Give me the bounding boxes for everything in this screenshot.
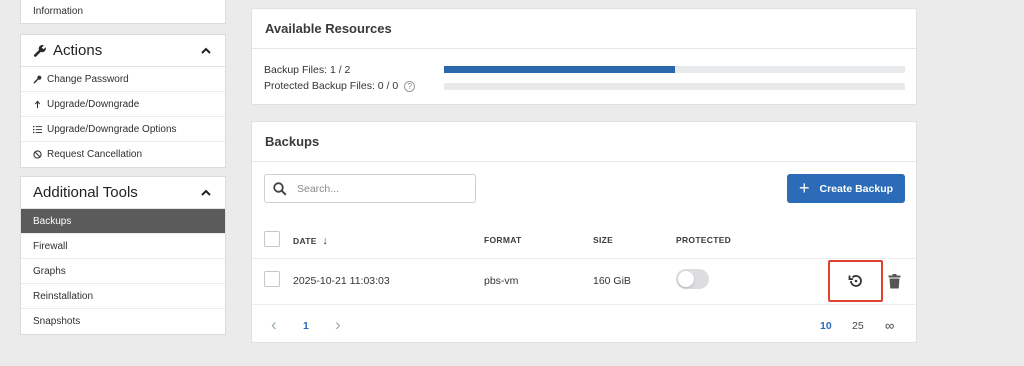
sidebar-item-change-password[interactable]: Change Password xyxy=(21,67,225,92)
additional-tools-panel: Additional Tools Backups Firewall Graphs… xyxy=(20,176,226,335)
sidebar-item-snapshots[interactable]: Snapshots xyxy=(21,309,225,334)
sidebar-item-label: Reinstallation xyxy=(33,290,94,302)
actions-panel-title: Actions xyxy=(53,42,103,59)
backup-files-progress xyxy=(444,66,905,73)
sidebar-item-label: Upgrade/Downgrade xyxy=(47,98,140,110)
sidebar-item-label: Graphs xyxy=(33,265,66,277)
column-header-protected: PROTECTED xyxy=(676,235,732,245)
backup-files-label: Backup Files: 1 / 2 xyxy=(264,64,351,76)
sidebar-item-label: Firewall xyxy=(33,240,68,252)
plus-icon: + xyxy=(798,177,810,198)
toggle-knob xyxy=(678,271,694,287)
sidebar-item-label: Backups xyxy=(33,215,72,227)
column-header-format: FORMAT xyxy=(484,235,522,245)
per-page-25[interactable]: 25 xyxy=(852,320,864,332)
per-page-all[interactable]: ∞ xyxy=(885,318,894,333)
page-number[interactable]: 1 xyxy=(303,320,309,332)
sidebar-item-firewall[interactable]: Firewall xyxy=(21,234,225,259)
divider xyxy=(252,258,916,259)
select-all-checkbox[interactable] xyxy=(264,231,280,247)
sidebar-item-label: Change Password xyxy=(47,73,129,85)
sidebar-info-panel: Information xyxy=(20,0,226,24)
arrow-up-icon xyxy=(34,100,41,108)
sidebar-item-upgrade-downgrade[interactable]: Upgrade/Downgrade xyxy=(21,92,225,117)
actions-panel-header[interactable]: Actions xyxy=(21,35,225,67)
list-icon xyxy=(33,125,42,133)
sidebar-item-label: Upgrade/Downgrade Options xyxy=(47,123,177,135)
additional-tools-title: Additional Tools xyxy=(33,184,138,201)
actions-panel: Actions Change Password Upgrade/Downgrad… xyxy=(20,34,226,168)
sidebar-item-information[interactable]: Information xyxy=(21,0,225,23)
prev-page-button[interactable]: ‹ xyxy=(271,315,277,335)
restore-highlight-box xyxy=(828,260,883,302)
create-backup-label: Create Backup xyxy=(819,182,894,195)
protected-files-progress xyxy=(444,83,905,90)
sidebar-item-label: Snapshots xyxy=(33,316,81,327)
protected-toggle[interactable] xyxy=(676,269,709,289)
ban-icon xyxy=(33,150,42,159)
protected-files-row: Protected Backup Files: 0 / 0 ? xyxy=(264,80,416,92)
column-header-label: DATE xyxy=(293,236,317,246)
sidebar-item-label: Information xyxy=(33,5,84,17)
sidebar-item-label: Request Cancellation xyxy=(47,149,143,160)
sidebar-item-request-cancellation[interactable]: Request Cancellation xyxy=(21,142,225,167)
key-icon xyxy=(33,75,42,84)
search-icon xyxy=(273,181,287,196)
row-format: pbs-vm xyxy=(484,275,519,287)
divider xyxy=(252,304,916,305)
column-header-date[interactable]: DATE ↓ xyxy=(293,235,328,247)
backups-card: Backups + Create Backup DATE ↓ FORMAT SI… xyxy=(251,121,917,343)
wrench-icon xyxy=(33,44,46,57)
search-box[interactable] xyxy=(264,174,476,203)
column-header-size: SIZE xyxy=(593,235,614,245)
available-resources-title: Available Resources xyxy=(252,9,916,49)
sidebar-item-reinstallation[interactable]: Reinstallation xyxy=(21,284,225,309)
chevron-up-icon[interactable] xyxy=(199,44,213,58)
row-checkbox[interactable] xyxy=(264,271,280,287)
backups-title: Backups xyxy=(252,122,916,162)
sort-down-icon: ↓ xyxy=(322,235,329,247)
additional-tools-header[interactable]: Additional Tools xyxy=(21,177,225,209)
trash-icon[interactable] xyxy=(888,274,901,289)
backup-files-progress-fill xyxy=(444,66,675,73)
row-size: 160 GiB xyxy=(593,275,631,287)
next-page-button[interactable]: › xyxy=(335,315,341,335)
sidebar-item-graphs[interactable]: Graphs xyxy=(21,259,225,284)
row-date: 2025-10-21 11:03:03 xyxy=(293,275,390,287)
sidebar-item-upgrade-downgrade-options[interactable]: Upgrade/Downgrade Options xyxy=(21,117,225,142)
search-input[interactable] xyxy=(297,182,457,195)
chevron-up-icon[interactable] xyxy=(199,186,213,200)
per-page-10[interactable]: 10 xyxy=(820,320,832,332)
restore-icon[interactable] xyxy=(847,272,865,290)
available-resources-card: Available Resources Backup Files: 1 / 2 … xyxy=(251,8,917,105)
sidebar-item-backups[interactable]: Backups xyxy=(21,209,225,234)
create-backup-button[interactable]: + Create Backup xyxy=(787,174,905,203)
protected-files-label: Protected Backup Files: 0 / 0 xyxy=(264,80,399,92)
help-icon[interactable]: ? xyxy=(404,80,416,92)
